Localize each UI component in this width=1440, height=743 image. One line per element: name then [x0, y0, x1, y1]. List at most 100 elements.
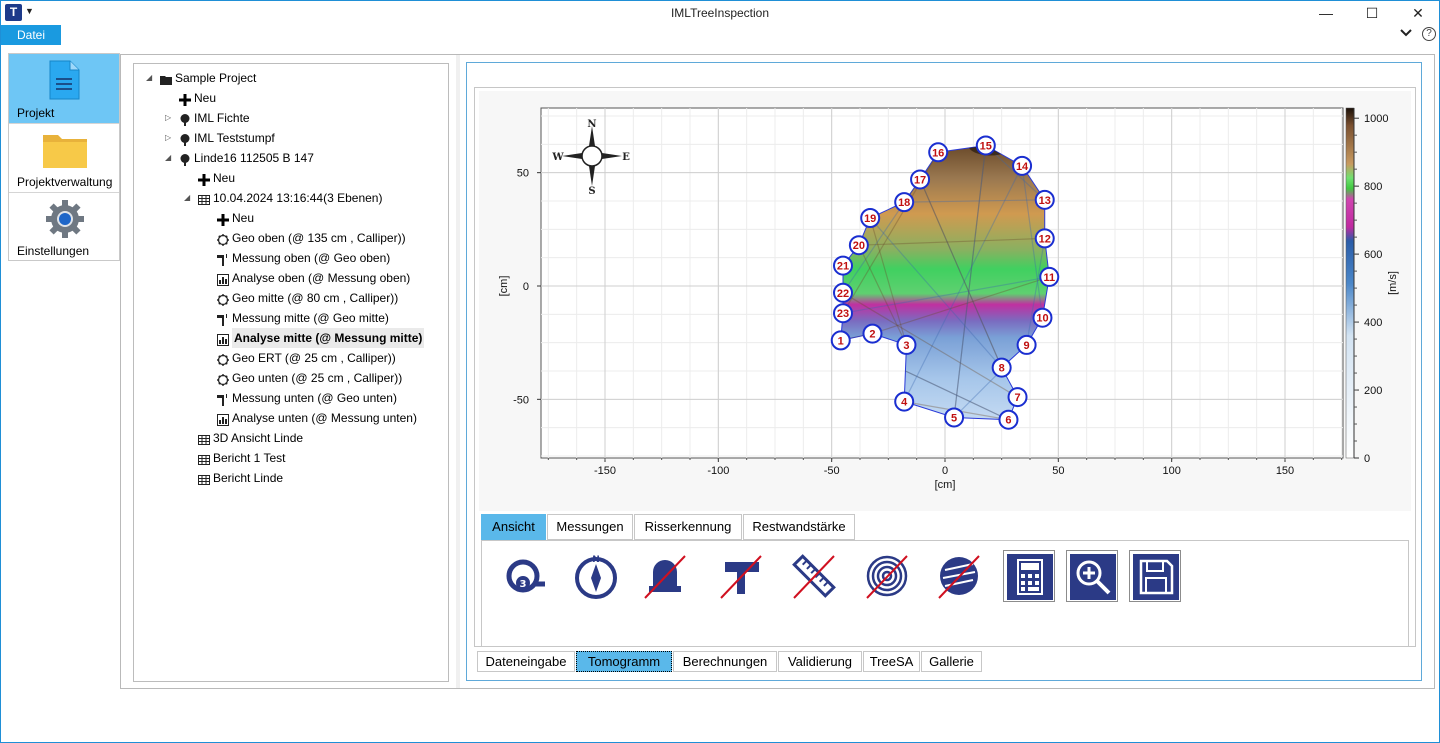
hammer-crossed-icon[interactable]	[715, 550, 767, 602]
maximize-button[interactable]: ☐	[1349, 1, 1395, 25]
tab-tomogramm[interactable]: Tomogramm	[576, 651, 672, 672]
tree-node[interactable]: Messung mitte (@ Geo mitte)	[134, 308, 444, 328]
tree-node-label: IML Teststumpf	[194, 131, 275, 145]
colorbar-tick-label: 0	[1364, 453, 1370, 465]
ruler-crossed-icon[interactable]	[788, 550, 840, 602]
expand-icon[interactable]: ▷	[165, 108, 171, 128]
colorbar-tick-label: 400	[1364, 317, 1382, 329]
expand-collapse-icon[interactable]: ◢	[146, 68, 152, 88]
document-icon	[49, 60, 80, 100]
y-tick-label: -50	[513, 394, 529, 406]
close-button[interactable]: ✕	[1395, 1, 1440, 25]
tree-node[interactable]: ◢ Linde16 112505 B 147	[134, 148, 444, 168]
y-tick-label: 50	[517, 168, 529, 180]
chevron-down-icon[interactable]	[1399, 26, 1413, 43]
sensor-label: 3	[903, 340, 909, 352]
hammer-icon	[217, 312, 229, 326]
tree-node[interactable]: Geo unten (@ 25 cm , Calliper))	[134, 368, 444, 388]
splitter-handle[interactable]	[456, 55, 460, 688]
tab-dateneingabe[interactable]: Dateneingabe	[477, 651, 575, 672]
tree-node[interactable]: ▷ IML Teststumpf	[134, 128, 444, 148]
crack-crossed-icon[interactable]	[933, 550, 985, 602]
calculator-icon[interactable]	[1003, 550, 1055, 602]
compass-north-icon[interactable]: N	[570, 550, 622, 602]
tree-node[interactable]: Messung unten (@ Geo unten)	[134, 388, 444, 408]
chart-icon	[217, 412, 229, 426]
tree-node[interactable]: ◢ 10.04.2024 13:16:44(3 Ebenen)	[134, 188, 444, 208]
tab-treesa[interactable]: TreeSA	[863, 651, 920, 672]
tab-ansicht[interactable]: Ansicht	[481, 514, 546, 540]
tree-node[interactable]: Geo oben (@ 135 cm , Calliper))	[134, 228, 444, 248]
tree-node-label: 3D Ansicht Linde	[213, 431, 304, 445]
zoom-in-icon[interactable]	[1066, 550, 1118, 602]
minimize-button[interactable]: —	[1303, 1, 1349, 25]
tab-messungen[interactable]: Messungen	[547, 514, 633, 540]
nav-item-einstellungen[interactable]: Einstellungen	[9, 193, 119, 261]
tree-icon	[179, 132, 191, 146]
project-tree: ◢ Sample Project Neu ▷ IML Fichte ▷ IML Testst…	[133, 63, 449, 682]
expand-collapse-icon[interactable]: ◢	[184, 188, 190, 208]
menu-bar: Datei ?	[1, 25, 1439, 45]
hammer-icon	[217, 252, 229, 266]
tree-node-label: Geo unten (@ 25 cm , Calliper))	[232, 371, 403, 385]
tree-node[interactable]: Analyse oben (@ Messung oben)	[134, 268, 444, 288]
left-navigation: Projekt Projektverwaltung Einstellungen	[8, 53, 120, 261]
y-tick-label: 0	[523, 281, 529, 293]
menu-datei[interactable]: Datei	[1, 25, 61, 45]
tree-node[interactable]: Neu	[134, 88, 444, 108]
tree-node[interactable]: 3D Ansicht Linde	[134, 428, 444, 448]
expand-collapse-icon[interactable]: ◢	[165, 148, 171, 168]
geo-icon	[217, 292, 229, 306]
gear-icon	[46, 200, 84, 238]
tab-risserkennung[interactable]: Risserkennung	[634, 514, 742, 540]
tree-icon	[179, 112, 191, 126]
rings-crossed-icon[interactable]	[861, 550, 913, 602]
tree-node[interactable]: Geo ERT (@ 25 cm , Calliper))	[134, 348, 444, 368]
nav-item-projekt[interactable]: Projekt	[9, 54, 119, 124]
sensor-label: 2	[869, 329, 875, 341]
compass-w: W	[551, 152, 564, 163]
sensor-label: 11	[1043, 272, 1055, 284]
tree-node[interactable]: Messung oben (@ Geo oben)	[134, 248, 444, 268]
tree-node-label: Analyse oben (@ Messung oben)	[232, 271, 411, 285]
tree-node-label: Neu	[232, 211, 255, 225]
colorbar-tick-label: 600	[1364, 249, 1382, 261]
tree-node[interactable]: Geo mitte (@ 80 cm , Calliper))	[134, 288, 444, 308]
tree-node[interactable]: ▷ IML Fichte	[134, 108, 444, 128]
tab-restwandstaerke[interactable]: Restwandstärke	[743, 514, 855, 540]
expand-icon[interactable]: ▷	[165, 128, 171, 148]
x-tick-label: -100	[707, 465, 729, 477]
title-bar: T ▼ IMLTreeInspection — ☐ ✕	[1, 1, 1439, 25]
sensor-label: 7	[1014, 392, 1020, 404]
sensor-label: 16	[932, 147, 944, 159]
help-icon[interactable]: ?	[1422, 27, 1436, 41]
sensor-count-3-icon[interactable]: 3	[499, 550, 551, 602]
tree-node-label: Analyse unten (@ Messung unten)	[232, 411, 417, 425]
tree-node[interactable]: Bericht 1 Test	[134, 448, 444, 468]
x-tick-label: 150	[1276, 465, 1294, 477]
colorbar-label: [m/s]	[1387, 271, 1399, 295]
tree-node-label: Bericht 1 Test	[213, 451, 286, 465]
folder-icon	[160, 72, 172, 85]
table-icon	[198, 472, 210, 485]
tree-node-label: Messung unten (@ Geo unten)	[232, 391, 397, 405]
tree-node[interactable]: ◢ Sample Project	[134, 68, 444, 88]
nav-label: Projektverwaltung	[17, 175, 113, 189]
tree-node[interactable]: Bericht Linde	[134, 468, 444, 488]
x-axis-label: [cm]	[935, 479, 956, 491]
tree-node[interactable]: Neu	[134, 168, 444, 188]
bell-crossed-icon[interactable]	[639, 550, 691, 602]
tab-berechnungen[interactable]: Berechnungen	[673, 651, 777, 672]
sensor-label: 21	[837, 261, 849, 273]
chart-icon	[217, 332, 229, 346]
tomogram-plot[interactable]: -150 -100 -50 0 50 100 150500-50[cm][cm] 12345…	[479, 91, 1411, 511]
sensor-label: 22	[837, 288, 849, 300]
tree-node[interactable]: Neu	[134, 208, 444, 228]
tree-node[interactable]: Analyse unten (@ Messung unten)	[134, 408, 444, 428]
tab-gallerie[interactable]: Gallerie	[921, 651, 982, 672]
tree-node[interactable]: Analyse mitte (@ Messung mitte)	[134, 328, 444, 348]
sensor-label: 17	[914, 174, 926, 186]
tab-validierung[interactable]: Validierung	[778, 651, 862, 672]
save-icon[interactable]	[1129, 550, 1181, 602]
nav-item-projektverwaltung[interactable]: Projektverwaltung	[9, 125, 119, 193]
